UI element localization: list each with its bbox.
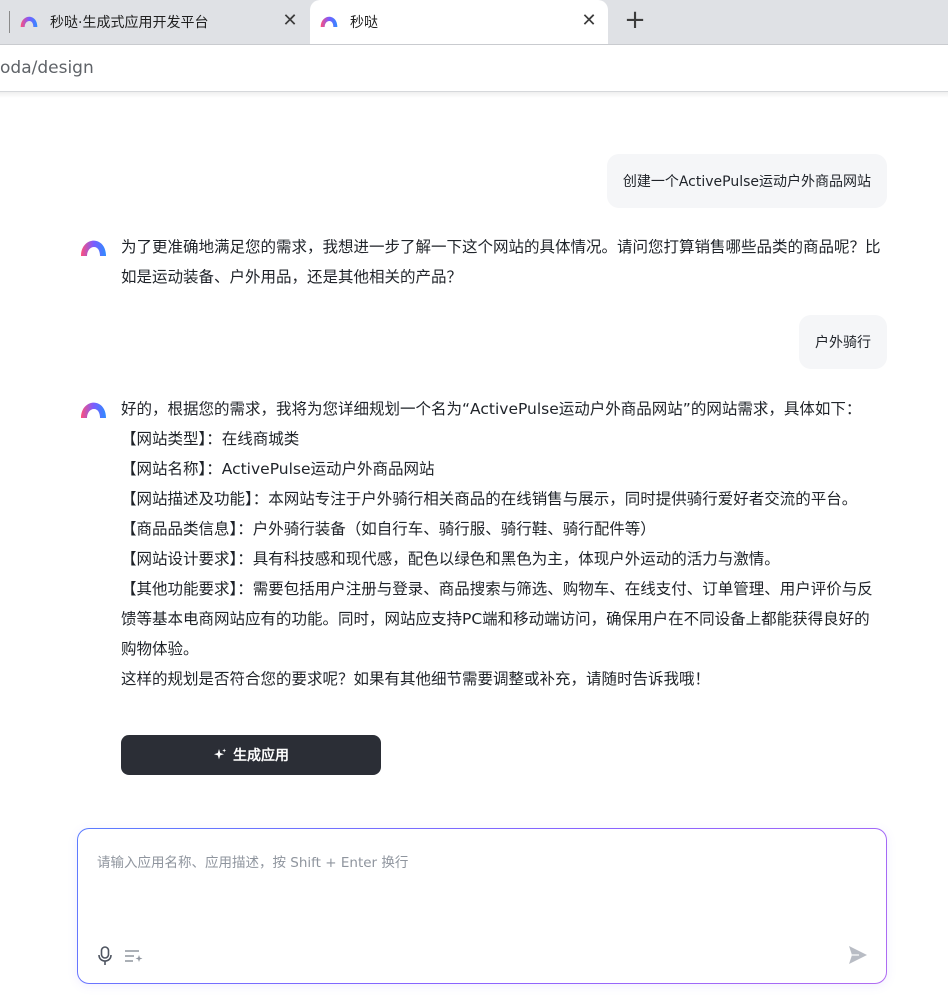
assistant-message: 为了更准确地满足您的需求，我想进一步了解一下这个网站的具体情况。请问您打算销售哪… [121,232,881,292]
close-tab-icon[interactable]: ✕ [281,12,299,30]
toolbar-shadow [0,92,948,98]
send-icon[interactable] [848,945,868,965]
assistant-avatar-icon [81,402,106,418]
new-tab-button[interactable]: + [622,7,648,34]
plan-other-requirements: 【其他功能要求】：需要包括用户注册与登录、商品搜索与筛选、购物车、在线支付、订单… [121,580,873,658]
browser-tab-miaoda-active[interactable]: 秒哒 ✕ [310,0,608,44]
address-bar[interactable]: oda/design [0,44,948,92]
user-message-text: 创建一个ActivePulse运动户外商品网站 [622,174,871,190]
user-message: 创建一个ActivePulse运动户外商品网站 [606,154,887,208]
browser-tab-bar: 秒哒·生成式应用开发平台 ✕ 秒哒 ✕ + [0,0,948,44]
miaoda-logo-icon [320,16,338,27]
user-message: 户外骑行 [799,315,887,369]
url-text[interactable]: oda/design [0,58,94,78]
assistant-avatar-icon [81,240,106,256]
prompt-input[interactable] [95,849,865,929]
plan-product-categories: 【商品品类信息】：户外骑行装备（如自行车、骑行服、骑行鞋、骑行配件等） [121,520,656,538]
microphone-icon[interactable] [97,946,113,966]
tab-title: 秒哒 [350,15,378,31]
plan-site-name: 【网站名称】：ActivePulse运动户外商品网站 [121,460,435,478]
generate-app-button[interactable]: 生成应用 [121,735,381,775]
user-message-text: 户外骑行 [815,335,871,351]
assistant-message-text: 为了更准确地满足您的需求，我想进一步了解一下这个网站的具体情况。请问您打算销售哪… [121,238,881,286]
plan-design-requirements: 【网站设计要求】：具有科技感和现代感，配色以绿色和黑色为主，体现户外运动的活力与… [121,550,780,568]
plan-site-description: 【网站描述及功能】：本网站专注于户外骑行相关商品的在线销售与展示，同时提供骑行爱… [121,490,858,508]
miaoda-logo-icon [20,16,38,27]
sparkle-icon [214,748,227,760]
close-tab-icon[interactable]: ✕ [580,12,598,30]
assistant-plan-question: 这样的规划是否符合您的要求呢？如果有其他细节需要调整或补充，请随时告诉我哦！ [121,670,711,688]
tab-title: 秒哒·生成式应用开发平台 [50,15,209,31]
plan-site-type: 【网站类型】：在线商城类 [121,430,300,448]
generate-app-label: 生成应用 [233,748,289,764]
browser-tab-miaoda-platform[interactable]: 秒哒·生成式应用开发平台 ✕ [0,0,310,42]
assistant-plan-intro: 好的，根据您的需求，我将为您详细规划一个名为“ActivePulse运动户外商品… [121,400,862,418]
message-composer [77,828,887,984]
tab-divider [9,11,10,33]
assistant-plan-message: 好的，根据您的需求，我将为您详细规划一个名为“ActivePulse运动户外商品… [121,394,881,694]
prompt-optimize-icon[interactable] [124,948,144,964]
